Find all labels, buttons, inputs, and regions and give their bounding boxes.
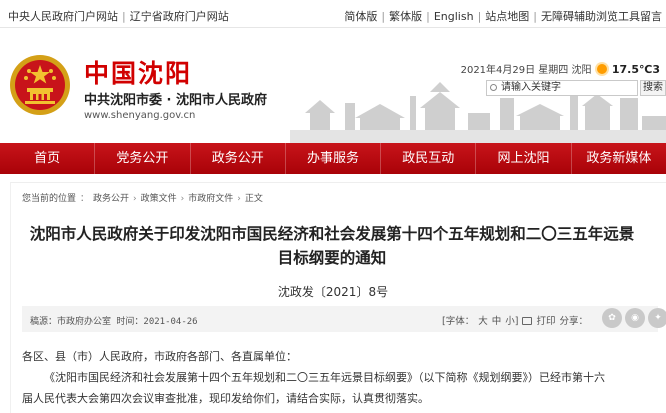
breadcrumb-label: 您当前的位置 xyxy=(22,194,77,204)
nav-new-media[interactable]: 政务新媒体 xyxy=(570,143,666,174)
accessibility-link[interactable]: 无障碍辅助浏览工具留言 xyxy=(541,10,662,23)
search-icon xyxy=(490,84,497,91)
breadcrumb: 您当前的位置：政务公开 › 政策文件 › 市政府文件 › 正文 xyxy=(22,194,263,204)
search-button[interactable]: 搜索 xyxy=(640,80,666,96)
liaoning-gov-link[interactable]: 辽宁省政府门户网站 xyxy=(130,10,229,23)
nav-party-affairs[interactable]: 党务公开 xyxy=(94,143,189,174)
font-small-button[interactable]: 小] xyxy=(505,316,518,327)
article-body: 各区、县（市）人民政府，市政府各部门、各直属单位： 《沈阳市国民经济和社会发展第… xyxy=(22,346,652,409)
qq-share-icon[interactable]: ✦ xyxy=(648,308,666,328)
font-size-label: [字体： xyxy=(442,316,475,327)
breadcrumb-item[interactable]: 市政府文件 xyxy=(188,194,233,204)
article-tools: [字体：大中小] 打印 分享： xyxy=(442,313,592,327)
site-url: www.shenyang.gov.cn xyxy=(84,110,196,121)
chevron-right-icon: › xyxy=(180,194,185,204)
site-title: 中国沈阳 xyxy=(84,59,193,88)
temperature: 17.5℃3 xyxy=(611,63,660,76)
article-source: 稿源：市政府办公室 时间：2021-04-26 xyxy=(30,317,198,327)
print-button[interactable]: 打印 xyxy=(536,316,555,327)
traditional-link[interactable]: 繁体版 xyxy=(389,10,422,23)
sun-icon xyxy=(596,64,607,74)
breadcrumb-item[interactable]: 政务公开 xyxy=(93,194,129,204)
search-placeholder: 请输入关键字 xyxy=(501,82,561,93)
search-input[interactable]: 请输入关键字 xyxy=(486,80,638,96)
nav-government-affairs[interactable]: 政务公开 xyxy=(189,143,285,174)
font-large-button[interactable]: 大 xyxy=(478,316,488,327)
breadcrumb-item[interactable]: 政策文件 xyxy=(141,194,177,204)
print-icon[interactable] xyxy=(522,317,533,325)
nav-services[interactable]: 办事服务 xyxy=(284,143,380,174)
top-left-links: 中央人民政府门户网站 | 辽宁省政府门户网站 xyxy=(8,10,229,23)
central-gov-link[interactable]: 中央人民政府门户网站 xyxy=(8,10,118,23)
breadcrumb-current: 正文 xyxy=(244,194,263,204)
main-nav: 首页 党务公开 政务公开 办事服务 政民互动 网上沈阳 政务新媒体 xyxy=(0,143,666,174)
chevron-right-icon: › xyxy=(133,194,137,204)
font-medium-button[interactable]: 中 xyxy=(492,316,502,327)
article-title-line2: 目标纲要的通知 xyxy=(277,249,387,267)
current-date: 2021年4月29日 星期四 xyxy=(460,65,569,76)
nav-online-shenyang[interactable]: 网上沈阳 xyxy=(475,143,570,174)
body-paragraph: 届人民代表大会第四次会议审查批准，现印发给你们，请结合实际，认真贯彻落实。 xyxy=(22,392,429,405)
chevron-right-icon: › xyxy=(237,194,241,204)
article-title: 沈阳市人民政府关于印发沈阳市国民经济和社会发展第十四个五年规划和二〇三五年远景 … xyxy=(22,222,642,270)
top-right-links: 简体版 | 繁体版 | English | 站点地图 | 无障碍辅助浏览工具留言 xyxy=(344,10,662,23)
weibo-share-icon[interactable]: ◉ xyxy=(625,308,645,328)
article-meta-bar: 稿源：市政府办公室 时间：2021-04-26 [字体：大中小] 打印 分享： ✿ … xyxy=(22,306,666,332)
sitemap-link[interactable]: 站点地图 xyxy=(485,10,529,23)
share-icons: ✿ ◉ ✦ xyxy=(602,308,666,328)
site-subtitle: 中共沈阳市委 · 沈阳市人民政府 xyxy=(84,93,267,108)
share-label: 分享： xyxy=(559,316,588,327)
wechat-share-icon[interactable]: ✿ xyxy=(602,308,622,328)
english-link[interactable]: English xyxy=(434,10,474,23)
national-emblem-icon xyxy=(10,55,70,115)
nav-interaction[interactable]: 政民互动 xyxy=(380,143,475,174)
nav-home[interactable]: 首页 xyxy=(0,143,94,174)
site-header: 中国沈阳 中共沈阳市委 · 沈阳市人民政府 www.shenyang.gov.c… xyxy=(0,28,666,143)
simplified-link[interactable]: 简体版 xyxy=(344,10,377,23)
article-title-line1: 沈阳市人民政府关于印发沈阳市国民经济和社会发展第十四个五年规划和二〇三五年远景 xyxy=(29,225,635,243)
body-paragraph: 《沈阳市国民经济和社会发展第十四个五年规划和二〇三五年远景目标纲要》（以下简称《… xyxy=(44,371,605,384)
body-paragraph: 各区、县（市）人民政府，市政府各部门、各直属单位： xyxy=(22,350,297,363)
date-weather: 2021年4月29日 星期四 沈阳 17.5℃3 xyxy=(461,61,660,76)
weather-city: 沈阳 xyxy=(571,65,592,76)
document-number: 沈政发〔2021〕8号 xyxy=(277,285,389,299)
top-utility-bar: 中央人民政府门户网站 | 辽宁省政府门户网站 简体版 | 繁体版 | English | 站点地… xyxy=(0,0,666,28)
